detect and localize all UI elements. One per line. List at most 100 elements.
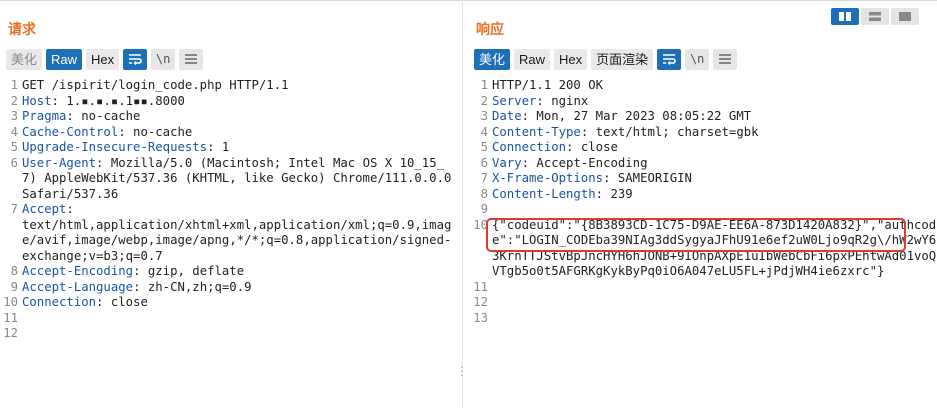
line-content: Accept-Encoding: gzip, deflate bbox=[22, 264, 245, 278]
line-number: 5 bbox=[10, 140, 18, 154]
line-content: Content-Type: text/html; charset=gbk bbox=[492, 124, 759, 139]
code-line: 3 Pragma: no-cache bbox=[0, 109, 456, 125]
code-line: 5 Upgrade-Insecure-Requests: 1 bbox=[0, 140, 456, 156]
response-hex-tab[interactable]: Hex bbox=[554, 48, 588, 70]
pane-divider[interactable] bbox=[462, 0, 463, 408]
response-wrap-button[interactable] bbox=[657, 48, 682, 70]
response-title: 响应 bbox=[476, 21, 504, 37]
request-toolbar: 美化 Raw Hex \n bbox=[6, 48, 204, 70]
line-content bbox=[22, 326, 456, 342]
response-pretty-tab[interactable]: 美化 bbox=[474, 48, 511, 70]
line-content: Upgrade-Insecure-Requests: 1 bbox=[22, 140, 230, 154]
code-line: 1 HTTP/1.1 200 OK bbox=[470, 78, 937, 94]
line-content: Host: 1.▪.▪.▪.1▪▪.8000 bbox=[22, 93, 185, 108]
line-content: Vary: Accept-Encoding bbox=[492, 155, 648, 170]
response-newline-button[interactable]: \n bbox=[685, 48, 710, 70]
header-name: User-Agent bbox=[22, 155, 97, 170]
code-line: 4 Cache-Control: no-cache bbox=[0, 125, 456, 141]
line-content: Cache-Control: no-cache bbox=[22, 124, 193, 139]
code-line: 9 bbox=[470, 202, 937, 218]
line-number: 12 bbox=[3, 326, 18, 340]
response-render-tab[interactable]: 页面渲染 bbox=[591, 48, 654, 70]
request-wrap-button[interactable] bbox=[123, 48, 148, 70]
response-raw-tab[interactable]: Raw bbox=[514, 48, 551, 70]
header-value: Accept-Encoding bbox=[529, 155, 648, 170]
code-line: 2 Host: 1.▪.▪.▪.1▪▪.8000 bbox=[0, 94, 456, 110]
line-number: 6 bbox=[480, 155, 488, 170]
code-line: 3 Date: Mon, 27 Mar 2023 08:05:22 GMT bbox=[470, 109, 937, 125]
request-title: 请求 bbox=[8, 21, 36, 37]
line-content: Content-Length: 239 bbox=[492, 186, 633, 201]
code-line: 6 Vary: Accept-Encoding bbox=[470, 156, 937, 172]
request-menu-button[interactable] bbox=[179, 48, 204, 70]
line-content: Connection: close bbox=[22, 295, 148, 309]
line-number: 4 bbox=[10, 124, 18, 139]
line-content: Accept-Language: zh-CN,zh;q=0.9 bbox=[22, 279, 252, 294]
header-value: gzip, deflate bbox=[140, 264, 245, 278]
header-value: no-cache bbox=[125, 124, 193, 139]
line-number: 3 bbox=[10, 109, 18, 123]
newline-label: \n bbox=[689, 52, 705, 66]
response-menu-button[interactable] bbox=[713, 48, 738, 70]
single-view-button[interactable] bbox=[891, 8, 919, 25]
request-pretty-tab[interactable]: 美化 bbox=[6, 48, 43, 70]
line-content: HTTP/1.1 200 OK bbox=[492, 78, 604, 92]
line-content bbox=[492, 202, 937, 218]
request-editor[interactable]: 1 GET /ispirit/login_code.php HTTP/1.1 2 Ho… bbox=[0, 78, 456, 342]
resize-handle-icon[interactable]: · · · bbox=[460, 362, 464, 381]
line-number: 11 bbox=[3, 310, 18, 325]
line-content: Connection: close bbox=[492, 140, 618, 154]
line-content: Date: Mon, 27 Mar 2023 08:05:22 GMT bbox=[492, 109, 752, 123]
response-toolbar: 美化 Raw Hex 页面渲染 \n bbox=[474, 48, 738, 70]
request-hex-tab[interactable]: Hex bbox=[86, 48, 120, 70]
header-name: Pragma bbox=[22, 109, 67, 123]
header-name: Content-Type bbox=[492, 124, 581, 139]
header-name: Host bbox=[22, 93, 52, 108]
line-content: {"codeuid":"{8B3893CD-1C75-D9AE-EE6A-873… bbox=[492, 217, 937, 279]
horizontal-view-icon bbox=[869, 12, 881, 21]
header-name: Vary bbox=[492, 155, 522, 170]
line-number: 1 bbox=[10, 78, 18, 92]
code-line: 1 GET /ispirit/login_code.php HTTP/1.1 bbox=[0, 78, 456, 94]
code-line: 12 bbox=[470, 295, 937, 311]
header-value: SAMEORIGIN bbox=[610, 171, 692, 185]
code-line: 4 Content-Type: text/html; charset=gbk bbox=[470, 125, 937, 141]
line-content: GET /ispirit/login_code.php HTTP/1.1 bbox=[22, 78, 289, 92]
menu-icon bbox=[185, 54, 198, 64]
wrap-lines-icon bbox=[129, 54, 142, 65]
line-content bbox=[492, 311, 937, 327]
line-content bbox=[22, 311, 456, 327]
code-line: 13 bbox=[470, 311, 937, 327]
code-line: 6 User-Agent: Mozilla/5.0 (Macintosh; Int… bbox=[0, 156, 456, 203]
view-layout-switch bbox=[831, 8, 919, 25]
code-line: 2 Server: nginx bbox=[470, 94, 937, 110]
request-newline-button[interactable]: \n bbox=[151, 48, 176, 70]
line-number: 6 bbox=[10, 155, 18, 170]
response-editor[interactable]: 1 HTTP/1.1 200 OK 2 Server: nginx 3 Date: Mon… bbox=[470, 78, 937, 326]
split-view-button[interactable] bbox=[831, 8, 859, 25]
code-line: 7 Accept: text/html,application/xhtml+xml… bbox=[0, 202, 456, 264]
header-name: X-Frame-Options bbox=[492, 171, 604, 185]
code-line: 10 {"codeuid":"{8B3893CD-1C75-D9AE-EE6A-8… bbox=[470, 218, 937, 280]
header-name: Connection bbox=[492, 140, 567, 154]
line-number: 10 bbox=[473, 217, 488, 232]
code-line: 8 Accept-Encoding: gzip, deflate bbox=[0, 264, 456, 280]
header-value: text/html; charset=gbk bbox=[588, 124, 759, 139]
response-pane: 响应 美化 Raw Hex 页面渲染 \n 1 HTTP/1.1 200 OK 2 S… bbox=[470, 0, 937, 408]
horizontal-view-button[interactable] bbox=[861, 8, 889, 25]
line-number: 7 bbox=[10, 202, 18, 216]
request-raw-tab[interactable]: Raw bbox=[46, 48, 83, 70]
line-number: 10 bbox=[3, 295, 18, 309]
header-name: Server bbox=[492, 93, 537, 108]
line-number: 2 bbox=[10, 93, 18, 108]
line-number: 12 bbox=[473, 295, 488, 309]
line-content: Accept: text/html,application/xhtml+xml,… bbox=[22, 202, 452, 263]
header-name: Accept-Language bbox=[22, 279, 134, 294]
header-value: Mon, 27 Mar 2023 08:05:22 GMT bbox=[529, 109, 752, 123]
line-number: 8 bbox=[10, 264, 18, 278]
header-name: Accept-Encoding bbox=[22, 264, 134, 278]
header-name: Date bbox=[492, 109, 522, 123]
line-number: 13 bbox=[473, 310, 488, 325]
newline-label: \n bbox=[155, 52, 171, 66]
request-pane: 请求 美化 Raw Hex \n 1 GET /ispirit/login_cod… bbox=[0, 0, 456, 408]
